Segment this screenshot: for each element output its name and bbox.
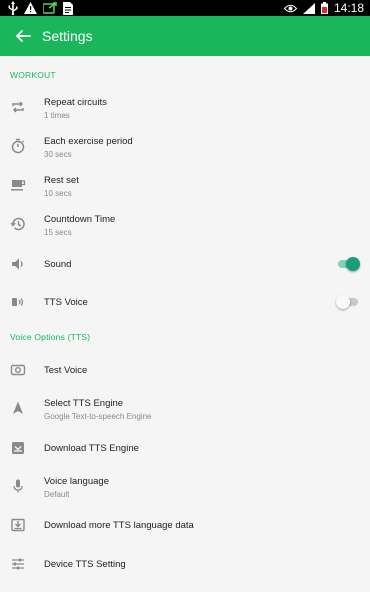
- setting-title: Rest set: [44, 175, 79, 186]
- file-icon: [63, 1, 73, 15]
- stopwatch-icon: [11, 138, 25, 154]
- app-bar: Settings: [0, 16, 370, 56]
- toggle-thumb: [346, 257, 360, 271]
- signal-icon: [302, 2, 315, 14]
- setting-countdown-time[interactable]: Countdown Time 15 secs: [0, 205, 370, 243]
- setting-title: Voice language: [44, 476, 109, 487]
- setting-test-voice[interactable]: Test Voice: [0, 351, 370, 389]
- setting-title: Download TTS Engine: [44, 443, 139, 454]
- sound-toggle[interactable]: [336, 257, 360, 271]
- setting-title: Test Voice: [44, 365, 88, 376]
- setting-voice-language[interactable]: Voice language Default: [0, 467, 370, 505]
- setting-repeat-circuits[interactable]: Repeat circuits 1 times: [0, 88, 370, 126]
- setting-select-tts-engine[interactable]: Select TTS Engine Google Text-to-speech …: [0, 389, 370, 427]
- setting-value: 30 secs: [44, 150, 72, 159]
- sliders-icon: [12, 558, 24, 570]
- setting-sound[interactable]: Sound: [0, 245, 370, 283]
- setting-device-tts-setting[interactable]: Device TTS Setting: [0, 545, 370, 583]
- setting-title: Countdown Time: [44, 214, 116, 225]
- setting-rest-set[interactable]: Rest set 10 secs: [0, 166, 370, 204]
- setting-title: Download more TTS language data: [44, 520, 194, 531]
- download-tray-icon: [12, 442, 24, 454]
- radio-speaker-icon: [10, 364, 26, 376]
- back-arrow-icon[interactable]: [14, 27, 32, 45]
- app-notification-icon: [43, 2, 57, 14]
- microphone-icon: [13, 479, 23, 493]
- coffee-cup-icon: [11, 180, 26, 191]
- history-icon: [10, 217, 25, 231]
- section-header-voice-options: Voice Options (TTS): [10, 332, 91, 342]
- eye-icon: [283, 4, 297, 12]
- setting-title: Device TTS Setting: [44, 559, 126, 570]
- setting-title: Select TTS Engine: [44, 398, 124, 409]
- setting-value: 1 times: [44, 111, 70, 120]
- setting-title: Sound: [44, 259, 72, 270]
- setting-title: TTS Voice: [44, 297, 88, 308]
- volume-icon: [12, 258, 23, 270]
- clock: 14:18: [333, 1, 364, 15]
- system-status: 14:18: [283, 0, 364, 16]
- download-box-icon: [11, 518, 25, 532]
- setting-download-tts-engine[interactable]: Download TTS Engine: [0, 429, 370, 467]
- status-bar: 14:18: [0, 0, 370, 16]
- setting-value: 10 secs: [44, 189, 72, 198]
- speaker-voice-icon: [12, 298, 24, 306]
- setting-download-more-tts-language-data[interactable]: Download more TTS language data: [0, 506, 370, 544]
- repeat-icon: [12, 101, 24, 113]
- setting-title: Repeat circuits: [44, 97, 107, 108]
- setting-each-exercise-period[interactable]: Each exercise period 30 secs: [0, 127, 370, 165]
- setting-value: 15 secs: [44, 228, 72, 237]
- warning-icon: [24, 2, 37, 14]
- setting-value: Default: [44, 490, 70, 499]
- navigation-arrow-icon: [13, 401, 23, 414]
- notification-icons: [8, 1, 73, 15]
- page-title: Settings: [42, 28, 93, 44]
- usb-icon: [8, 1, 18, 15]
- setting-tts-voice[interactable]: TTS Voice: [0, 283, 370, 321]
- tts-voice-toggle[interactable]: [336, 295, 360, 309]
- setting-value: Google Text-to-speech Engine: [44, 412, 152, 421]
- setting-title: Each exercise period: [44, 136, 133, 147]
- section-header-workout: WORKOUT: [10, 70, 56, 80]
- battery-icon: [320, 2, 328, 14]
- toggle-thumb: [336, 295, 350, 309]
